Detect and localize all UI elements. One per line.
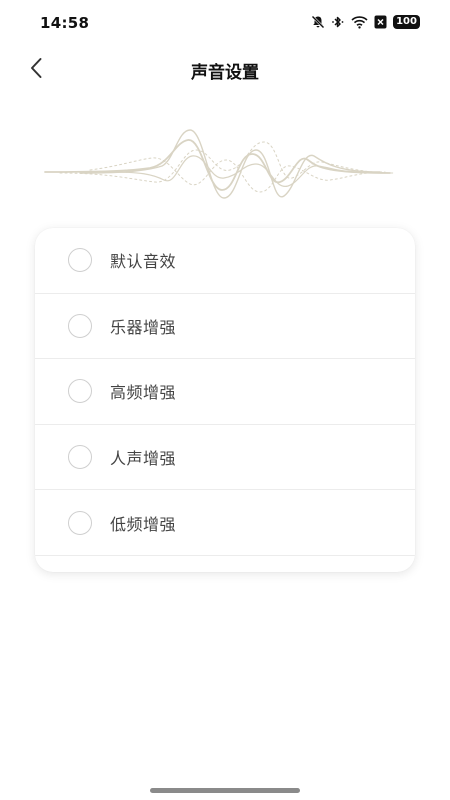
option-label: 乐器增强 xyxy=(110,317,177,337)
status-bar: 14:58 100 xyxy=(0,0,450,46)
sound-option-vocal[interactable]: 人声增强 xyxy=(35,425,415,491)
battery-icon: 100 xyxy=(393,15,420,29)
bell-muted-icon xyxy=(311,15,325,29)
home-indicator[interactable] xyxy=(150,788,300,793)
option-label: 人声增强 xyxy=(110,449,177,469)
status-icons: 100 xyxy=(311,15,420,29)
radio-button[interactable] xyxy=(68,510,92,535)
option-label: 默认音效 xyxy=(110,252,177,272)
option-label: 高频增强 xyxy=(110,383,177,403)
sim-blocked-icon xyxy=(374,15,387,29)
wifi-icon xyxy=(351,15,368,29)
sound-option-bass[interactable]: 低频增强 xyxy=(35,490,415,556)
sound-option-treble[interactable]: 高频增强 xyxy=(35,359,415,425)
sound-wave-illustration xyxy=(44,129,395,199)
bluetooth-icon xyxy=(331,15,345,29)
sound-option-instrument[interactable]: 乐器增强 xyxy=(35,294,415,360)
radio-button[interactable] xyxy=(68,248,92,273)
radio-button[interactable] xyxy=(68,313,92,338)
radio-button[interactable] xyxy=(68,379,92,404)
radio-button[interactable] xyxy=(68,445,92,470)
option-label: 低频增强 xyxy=(110,514,177,534)
sound-option-default[interactable]: 默认音效 xyxy=(35,228,415,294)
sound-effect-list: 默认音效 乐器增强 高频增强 人声增强 低频增强 xyxy=(35,228,415,572)
status-time: 14:58 xyxy=(40,14,90,32)
nav-bar: 声音设置 xyxy=(0,46,450,94)
page-title: 声音设置 xyxy=(191,63,259,83)
